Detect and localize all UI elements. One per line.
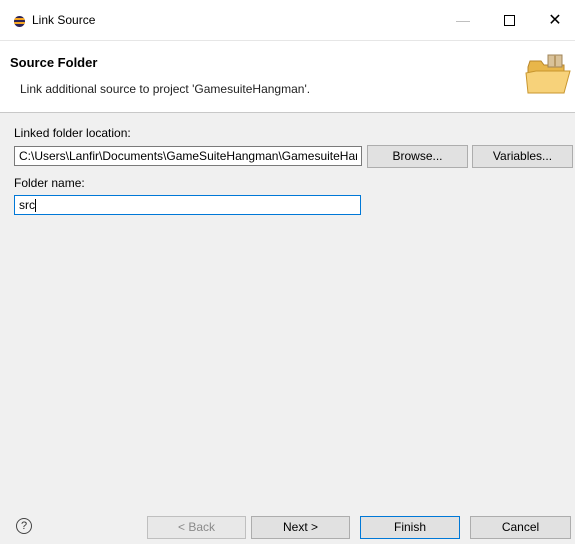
close-button[interactable]: ✕ xyxy=(540,8,570,32)
help-icon[interactable]: ? xyxy=(16,518,32,534)
wizard-footer: ? < Back Next > Finish Cancel xyxy=(0,503,575,544)
back-button[interactable]: < Back xyxy=(147,516,246,539)
page-title: Source Folder xyxy=(10,55,98,70)
linked-location-input[interactable] xyxy=(14,146,362,166)
browse-button[interactable]: Browse... xyxy=(367,145,468,168)
wizard-content: Linked folder location: Browse... Variab… xyxy=(0,113,575,503)
wizard-header: Source Folder Link additional source to … xyxy=(0,41,575,113)
page-description: Link additional source to project 'Games… xyxy=(20,82,311,96)
minimize-button[interactable]: — xyxy=(448,8,478,32)
cancel-button[interactable]: Cancel xyxy=(470,516,571,539)
folder-name-value: src xyxy=(19,198,35,212)
title-bar: Link Source — ✕ xyxy=(0,0,575,41)
finish-button[interactable]: Finish xyxy=(360,516,460,539)
folder-name-input[interactable]: src xyxy=(14,195,361,215)
maximize-icon xyxy=(503,14,515,26)
text-caret xyxy=(35,199,36,213)
folder-icon xyxy=(525,54,571,94)
maximize-button[interactable] xyxy=(494,8,524,32)
linked-location-label: Linked folder location: xyxy=(14,126,131,140)
variables-button[interactable]: Variables... xyxy=(472,145,573,168)
eclipse-icon xyxy=(14,16,25,27)
window-title: Link Source xyxy=(32,13,96,27)
folder-name-label: Folder name: xyxy=(14,176,85,190)
next-button[interactable]: Next > xyxy=(251,516,350,539)
